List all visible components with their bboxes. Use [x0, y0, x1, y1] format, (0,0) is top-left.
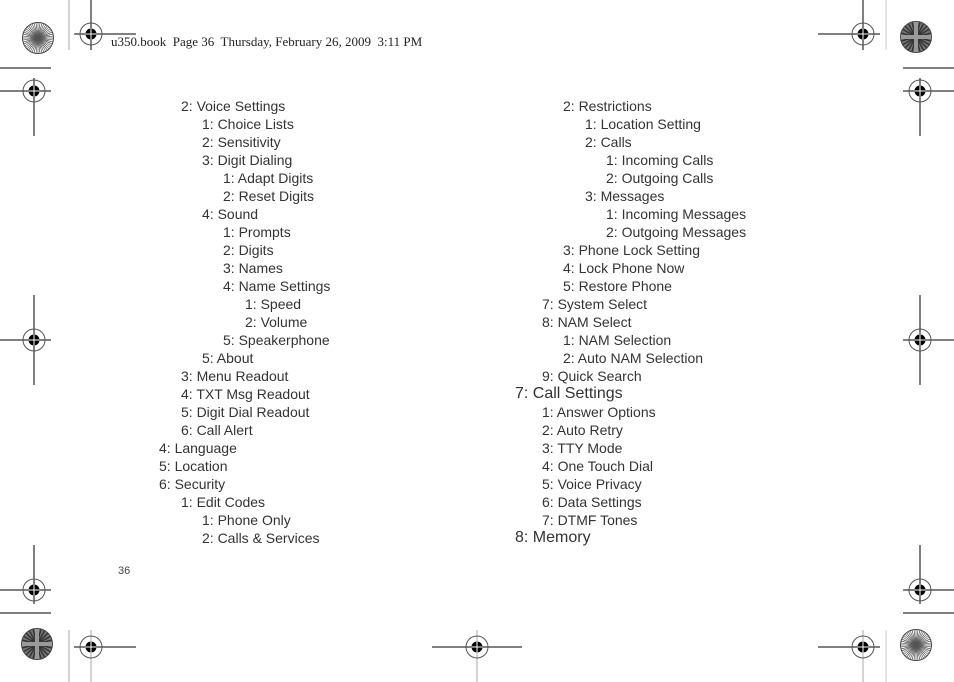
crosshair-target-icon: [0, 78, 51, 136]
menu-tree-item: 2: Restrictions: [563, 98, 652, 114]
menu-tree-item: 6: Call Alert: [181, 422, 253, 438]
crosshair-target-icon: [0, 295, 51, 385]
crosshair-target-icon: [818, 630, 880, 682]
menu-tree-item: 7: DTMF Tones: [542, 512, 638, 528]
menu-tree-item: 1: Speed: [245, 296, 302, 312]
menu-tree-item: 1: Answer Options: [542, 404, 656, 420]
menu-tree-item: 2: Outgoing Calls: [606, 170, 714, 186]
menu-tree-item: 4: Language: [159, 440, 237, 456]
crosshair-target-icon: [903, 78, 954, 136]
menu-tree-item: 2: Calls & Services: [202, 530, 320, 546]
menu-tree-item: 1: Phone Only: [202, 512, 291, 528]
menu-tree-item: 4: Name Settings: [223, 278, 331, 294]
menu-tree-item: 1: Adapt Digits: [223, 170, 314, 186]
menu-tree-item: 2: Outgoing Messages: [606, 224, 747, 240]
menu-tree-item: 2: Voice Settings: [181, 98, 286, 114]
registration-starburst-icon: [22, 22, 54, 54]
menu-tree-item: 3: Messages: [585, 188, 665, 204]
menu-tree-item: 4: Lock Phone Now: [563, 260, 685, 276]
crosshair-target-icon: [903, 545, 954, 604]
menu-tree-item: 8: Memory: [515, 529, 591, 546]
menu-tree-item: 8: NAM Select: [542, 314, 632, 330]
menu-tree-item: 2: Reset Digits: [223, 188, 315, 204]
menu-tree-item: 7: Call Settings: [515, 385, 623, 402]
menu-tree-item: 5: About: [202, 350, 254, 366]
registration-starburst-icon: [900, 629, 932, 661]
menu-tree-item: 2: Sensitivity: [202, 134, 281, 150]
menu-tree-item: 3: Phone Lock Setting: [563, 242, 700, 258]
menu-tree-item: 2: Calls: [585, 134, 632, 150]
menu-tree-item: 1: Edit Codes: [181, 494, 266, 510]
menu-tree-item: 1: Incoming Calls: [606, 152, 714, 168]
menu-tree-item: 4: One Touch Dial: [542, 458, 654, 474]
menu-tree-item: 3: TTY Mode: [542, 440, 623, 456]
page-number: 36: [118, 565, 131, 577]
book-page: u350.book Page 36 Thursday, February 26,…: [0, 0, 954, 682]
printer-registration-marks: [0, 0, 954, 682]
registration-rosette-dark-icon: [21, 628, 53, 660]
crosshair-target-icon: [432, 630, 522, 682]
menu-tree-item: 6: Security: [159, 476, 226, 492]
menu-tree-item: 6: Data Settings: [542, 494, 642, 510]
menu-tree-item: 4: Sound: [202, 206, 259, 222]
menu-tree-item: 2: Auto Retry: [542, 422, 623, 438]
menu-tree-item: 5: Restore Phone: [563, 278, 672, 294]
menu-tree-item: 4: TXT Msg Readout: [181, 386, 310, 402]
menu-tree-item: 1: NAM Selection: [563, 332, 672, 348]
menu-tree-item: 5: Location: [159, 458, 228, 474]
menu-tree-item: 2: Volume: [245, 314, 308, 330]
crosshair-target-icon: [0, 545, 51, 604]
menu-tree-item: 5: Speakerphone: [223, 332, 330, 348]
menu-tree-item: 1: Location Setting: [585, 116, 701, 132]
menu-tree-item: 3: Names: [223, 260, 283, 276]
menu-tree-item: 1: Choice Lists: [202, 116, 294, 132]
menu-tree-item: 9: Quick Search: [542, 368, 642, 384]
menu-tree-item: 2: Digits: [223, 242, 274, 258]
crosshair-target-icon: [903, 295, 954, 385]
menu-tree-item: 7: System Select: [542, 296, 648, 312]
menu-tree-item: 1: Prompts: [223, 224, 291, 240]
registration-rosette-dark-icon: [900, 21, 932, 53]
menu-tree-item: 3: Menu Readout: [181, 368, 289, 384]
print-slug-header: u350.book Page 36 Thursday, February 26,…: [111, 34, 423, 49]
crosshair-target-icon: [74, 630, 136, 682]
menu-tree-item: 1: Incoming Messages: [606, 206, 747, 222]
menu-tree-item: 3: Digit Dialing: [202, 152, 293, 168]
menu-tree-item: 5: Digit Dial Readout: [181, 404, 310, 420]
menu-tree-item: 5: Voice Privacy: [542, 476, 642, 492]
menu-tree-item: 2: Auto NAM Selection: [563, 350, 704, 366]
crosshair-target-icon: [818, 0, 880, 50]
